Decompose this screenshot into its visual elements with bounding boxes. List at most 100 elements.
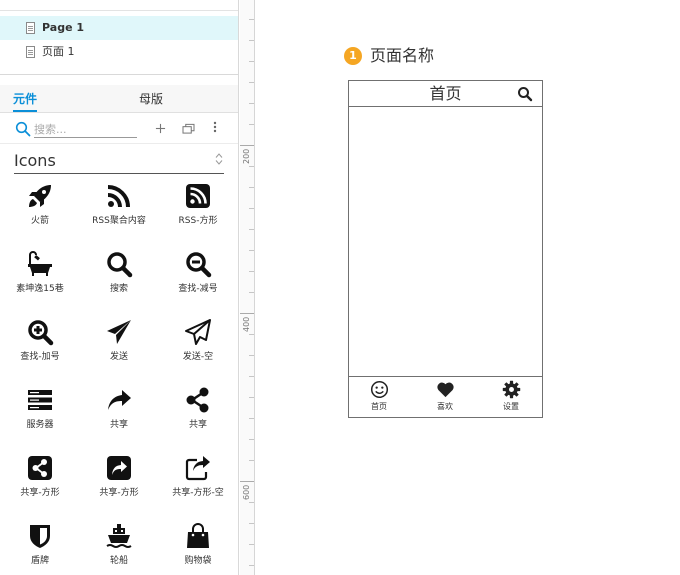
- add-library-button[interactable]: [152, 120, 168, 138]
- tab-widgets[interactable]: 元件: [13, 85, 38, 112]
- share-arrow-square-icon: [103, 452, 135, 484]
- rocket-icon: [24, 180, 56, 212]
- phone-header: 首页: [349, 81, 542, 107]
- ship-icon: [103, 520, 135, 552]
- bathtub-icon: [24, 248, 56, 280]
- left-panel: Page 1 页面 1 元件 母版 Icons: [0, 0, 239, 575]
- tabbar-item-settings[interactable]: 设置: [481, 380, 541, 416]
- page-label: 页面 1: [42, 45, 75, 58]
- tabbar-item-home[interactable]: 首页: [349, 380, 409, 416]
- ruler-label: 200: [242, 148, 251, 164]
- send-outline-icon: [182, 316, 214, 348]
- widget-search[interactable]: 搜索: [79, 244, 159, 312]
- ruler-tick: [249, 523, 254, 524]
- search-icon[interactable]: [517, 86, 533, 102]
- page-badge: 1: [344, 47, 362, 65]
- ruler-tick: [249, 502, 254, 503]
- vertical-ruler: 200 400 600: [240, 0, 255, 575]
- design-canvas[interactable]: 1 页面名称 首页 首页 喜欢 设置: [256, 0, 680, 575]
- tabbar-label: 设置: [503, 402, 519, 411]
- ruler-tick: [249, 418, 254, 419]
- phone-tab-bar: 首页 喜欢 设置: [349, 376, 542, 417]
- ruler-tick: [249, 439, 254, 440]
- ruler-tick: [249, 82, 254, 83]
- widget-share-arrow-square[interactable]: 共享-方形: [79, 448, 159, 516]
- widget-shopping-bag[interactable]: 购物袋: [158, 516, 238, 575]
- tab-masters[interactable]: 母版: [139, 85, 163, 113]
- widget-caption: 购物袋: [184, 556, 212, 566]
- ruler-tick: [240, 313, 254, 314]
- widget-caption: 火箭: [30, 216, 49, 226]
- widget-rss[interactable]: RSS聚合内容: [79, 176, 159, 244]
- share-square-outline-icon: [182, 452, 214, 484]
- widget-ship[interactable]: 轮船: [79, 516, 159, 575]
- widget-share-nodes[interactable]: 共享: [158, 380, 238, 448]
- ruler-tick: [249, 250, 254, 251]
- phone-mockup[interactable]: 首页 首页 喜欢 设置: [348, 80, 543, 418]
- send-icon: [103, 316, 135, 348]
- widget-caption: 素坤逸15巷: [16, 284, 64, 294]
- widget-caption: 发送-空: [182, 352, 214, 362]
- ruler-tick: [249, 103, 254, 104]
- widget-share-square-outline[interactable]: 共享-方形-空: [158, 448, 238, 516]
- widget-shield[interactable]: 盾牌: [0, 516, 80, 575]
- widget-bathtub[interactable]: 素坤逸15巷: [0, 244, 80, 312]
- more-options-button[interactable]: [207, 120, 223, 138]
- ruler-tick: [240, 481, 254, 482]
- page-icon: [26, 22, 35, 34]
- ruler-tick: [249, 208, 254, 209]
- widget-caption: 共享: [109, 420, 128, 430]
- widget-rss-square[interactable]: RSS-方形: [158, 176, 238, 244]
- page-item-page-2[interactable]: 页面 1: [0, 40, 238, 64]
- ruler-tick: [249, 292, 254, 293]
- widget-server[interactable]: 服务器: [0, 380, 80, 448]
- widget-caption: 轮船: [109, 556, 128, 566]
- widget-caption: 查找-加号: [20, 352, 60, 362]
- ruler-label: 400: [242, 316, 251, 332]
- divider: [0, 10, 238, 11]
- widget-caption: 盾牌: [30, 556, 49, 566]
- ruler-tick: [249, 460, 254, 461]
- up-down-arrows-icon: [214, 153, 224, 167]
- server-icon: [24, 384, 56, 416]
- widget-send[interactable]: 发送: [79, 312, 159, 380]
- page-title: 页面名称: [370, 46, 435, 65]
- phone-content-area: [349, 108, 542, 376]
- ruler-tick: [249, 355, 254, 356]
- widget-caption: 共享-方形: [99, 488, 139, 498]
- widget-caption: 共享-方形: [20, 488, 60, 498]
- share-square-icon: [24, 452, 56, 484]
- shopping-bag-icon: [182, 520, 214, 552]
- search-icon: [15, 121, 31, 137]
- tabbar-item-like[interactable]: 喜欢: [415, 380, 475, 416]
- ruler-tick: [249, 124, 254, 125]
- widget-search-minus[interactable]: 查找-减号: [158, 244, 238, 312]
- ruler-tick: [249, 376, 254, 377]
- ruler-tick: [249, 229, 254, 230]
- tabbar-label: 喜欢: [437, 402, 453, 411]
- widget-caption: RSS聚合内容: [92, 216, 146, 226]
- search-input[interactable]: [34, 121, 137, 138]
- widget-share-square[interactable]: 共享-方形: [0, 448, 80, 516]
- library-tabs: 元件 母版: [0, 85, 238, 113]
- widget-caption: 服务器: [26, 420, 54, 430]
- search-plus-icon: [24, 316, 56, 348]
- widget-search-plus[interactable]: 查找-加号: [0, 312, 80, 380]
- page-item-page-1[interactable]: Page 1: [0, 16, 238, 40]
- widget-rocket[interactable]: 火箭: [0, 176, 80, 244]
- widget-send-outline[interactable]: 发送-空: [158, 312, 238, 380]
- ruler-tick: [249, 565, 254, 566]
- ruler-tick: [249, 40, 254, 41]
- ruler-tick: [249, 187, 254, 188]
- gear-icon: [502, 380, 520, 399]
- ruler-tick: [249, 334, 254, 335]
- page-icon: [26, 46, 35, 58]
- library-select[interactable]: Icons: [14, 151, 224, 174]
- rss-icon: [103, 180, 135, 212]
- ruler-label: 600: [242, 484, 251, 500]
- widget-caption: 共享: [188, 420, 207, 430]
- ruler-tick: [249, 397, 254, 398]
- import-library-button[interactable]: [180, 120, 196, 138]
- widget-share-arrow[interactable]: 共享: [79, 380, 159, 448]
- widget-caption: 发送: [109, 352, 128, 362]
